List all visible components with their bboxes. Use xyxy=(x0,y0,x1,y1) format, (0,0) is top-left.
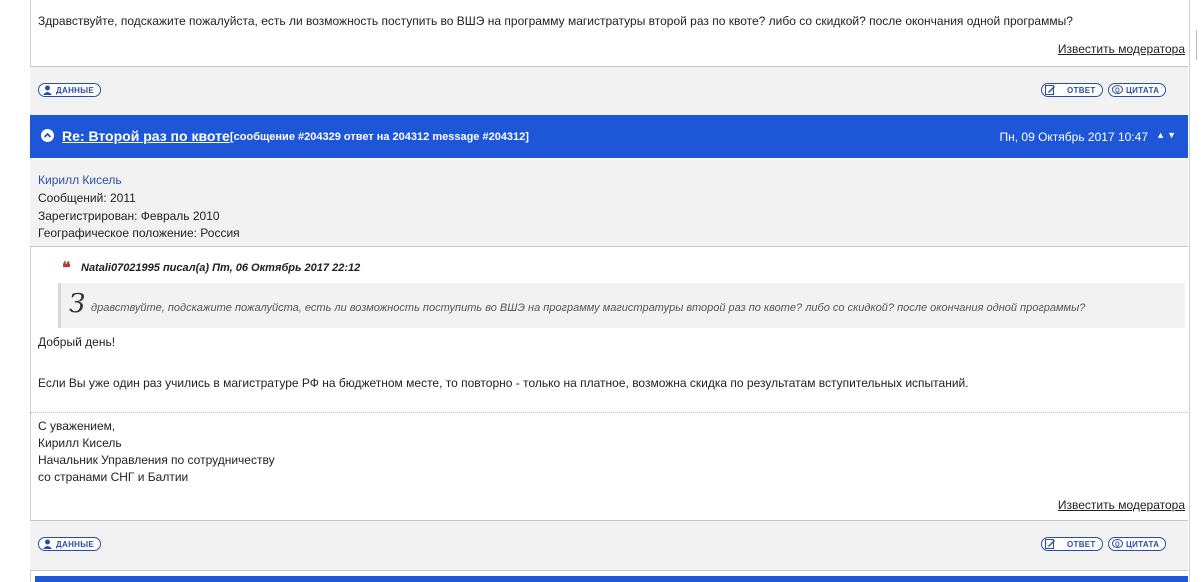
nav-arrows-icon[interactable]: ▲▼ xyxy=(1156,130,1178,140)
reply-label: ОТВЕТ xyxy=(1067,539,1096,549)
reply-button[interactable]: ОТВЕТ xyxy=(1041,83,1103,97)
svg-text:Q: Q xyxy=(1115,542,1120,548)
pencil-icon xyxy=(1045,539,1056,549)
author-location: Географическое положение: Россия xyxy=(38,226,240,240)
author-link[interactable]: Кирилл Кисель xyxy=(38,173,122,187)
quote-bubble-icon: Q xyxy=(1112,539,1123,549)
post-header: Re: Второй раз по квоте [сообщение #2043… xyxy=(30,115,1188,158)
next-post-header xyxy=(35,576,1188,582)
quote-initial: З xyxy=(69,289,86,319)
reply-body: Если Вы уже один раз учились в магистрат… xyxy=(38,376,969,390)
profile-button[interactable]: ДАННЫЕ xyxy=(38,83,101,97)
reply-greeting: Добрый день! xyxy=(38,335,116,349)
post-title-link[interactable]: Re: Второй раз по квоте xyxy=(62,128,230,144)
post-date: Пн, 09 Октябрь 2017 10:47 xyxy=(999,130,1148,144)
signature-line: Кирилл Кисель xyxy=(38,436,122,450)
quote-bubble-icon: Q xyxy=(1112,85,1123,95)
quote-label: ЦИТАТА xyxy=(1126,539,1160,549)
author-post-count: Сообщений: 2011 xyxy=(38,191,136,205)
quote-block: З дравствуйте, подскажите пожалуйста, ес… xyxy=(58,283,1185,328)
quote-label: ЦИТАТА xyxy=(1126,85,1160,95)
quote-mark-icon: ❝ xyxy=(62,258,71,277)
reply-label: ОТВЕТ xyxy=(1067,85,1096,95)
scrollbar[interactable] xyxy=(1196,30,1197,60)
post-action-bar: ДАННЫЕ ОТВЕТ Q ЦИТАТА xyxy=(30,66,1188,117)
signature-line: С уважением, xyxy=(38,419,116,433)
post-body-text: Здравствуйте, подскажите пожалуйста, ест… xyxy=(38,14,1073,28)
user-icon xyxy=(42,85,53,95)
quote-button[interactable]: Q ЦИТАТА xyxy=(1108,83,1167,97)
pencil-icon xyxy=(1045,85,1056,95)
signature-line: со странами СНГ и Балтии xyxy=(38,470,189,484)
quote-text: дравствуйте, подскажите пожалуйста, есть… xyxy=(91,302,1086,314)
report-moderator-link[interactable]: Известить модератора xyxy=(1058,498,1185,512)
profile-button[interactable]: ДАННЫЕ xyxy=(38,537,101,551)
report-moderator-link[interactable]: Известить модератора xyxy=(1058,42,1185,56)
profile-label: ДАННЫЕ xyxy=(56,85,94,95)
collapse-icon[interactable] xyxy=(41,129,54,142)
signature-line: Начальник Управления по сотрудничеству xyxy=(38,453,275,467)
author-info-panel: Кирилл Кисель Сообщений: 2011 Зарегистри… xyxy=(30,159,1188,247)
signature-divider xyxy=(30,412,1188,413)
post-action-bar: ДАННЫЕ ОТВЕТ Q ЦИТАТА xyxy=(30,520,1188,571)
reply-button[interactable]: ОТВЕТ xyxy=(1041,537,1103,551)
quote-button[interactable]: Q ЦИТАТА xyxy=(1108,537,1167,551)
author-registered: Зарегистрирован: Февраль 2010 xyxy=(38,209,220,223)
user-icon xyxy=(42,539,53,549)
post-meta: [сообщение #204329 ответ на 204312 messa… xyxy=(230,131,529,143)
svg-text:Q: Q xyxy=(1115,88,1120,94)
profile-label: ДАННЫЕ xyxy=(56,539,94,549)
quote-author: Natali07021995 писал(а) Пт, 06 Октябрь 2… xyxy=(81,262,361,274)
